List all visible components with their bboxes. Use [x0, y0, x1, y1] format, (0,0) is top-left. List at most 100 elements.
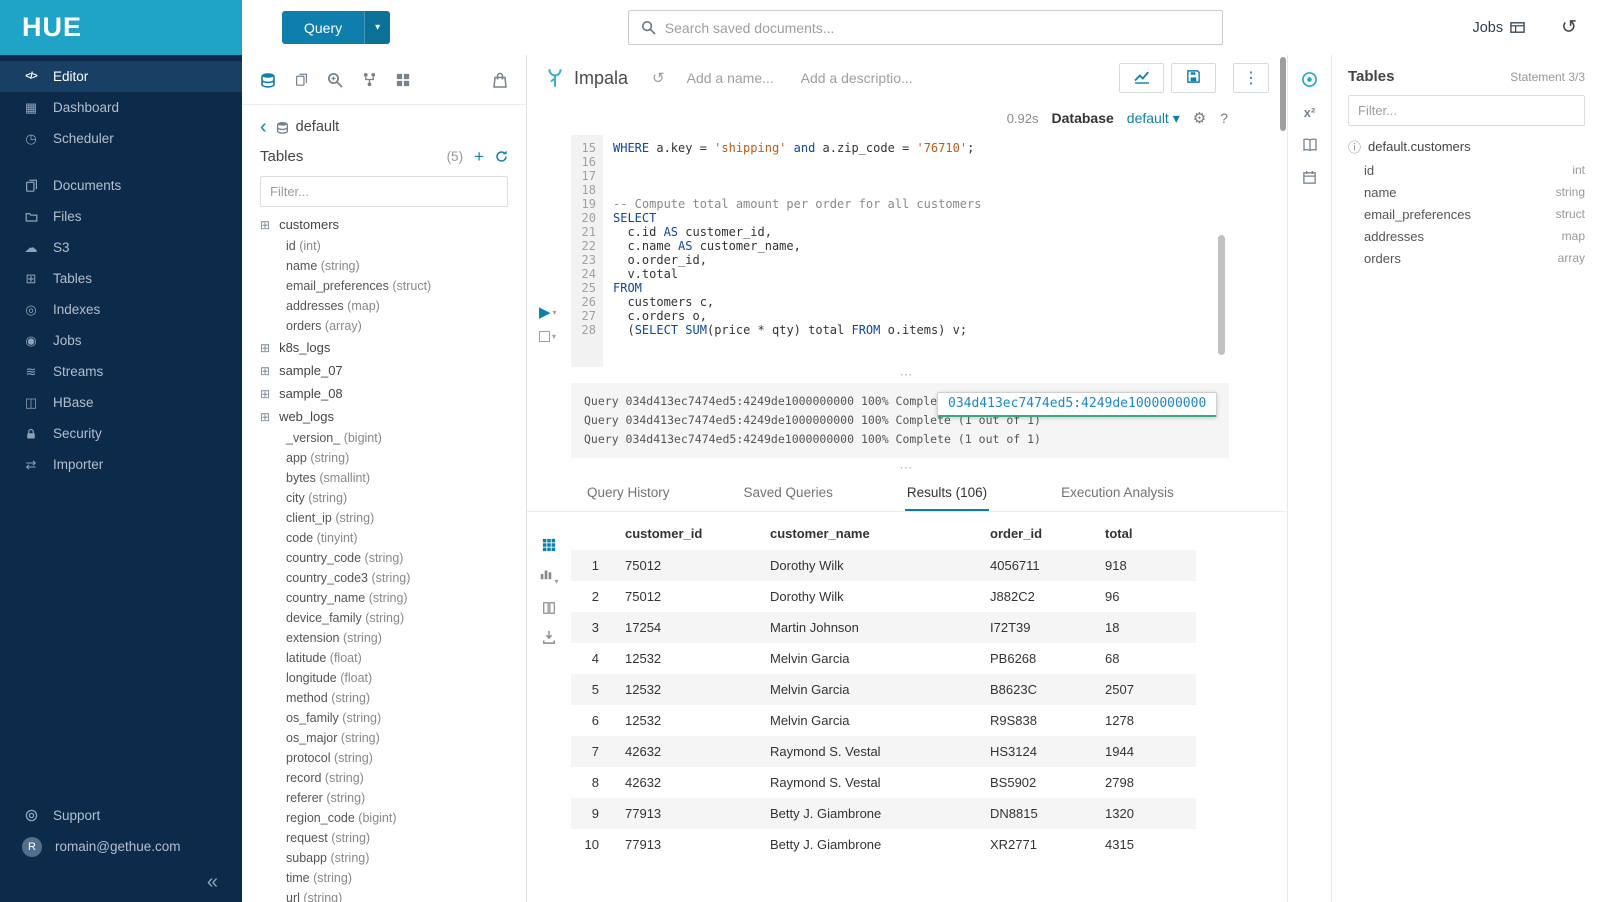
zoom-icon[interactable]: [327, 72, 343, 88]
database-breadcrumb[interactable]: default: [296, 119, 340, 135]
right-column-name[interactable]: namestring: [1348, 181, 1585, 203]
right-column-email-preferences[interactable]: email_preferencesstruct: [1348, 203, 1585, 225]
active-table[interactable]: ⓘ default.customers: [1348, 134, 1585, 159]
sidebar-item-security[interactable]: Security: [0, 418, 242, 449]
documents-icon[interactable]: [295, 73, 308, 86]
tab-saved-queries[interactable]: Saved Queries: [742, 474, 835, 511]
assist-column-longitude[interactable]: longitude (float): [242, 668, 526, 688]
query-description-input[interactable]: [801, 70, 926, 86]
schedule-icon[interactable]: [1302, 170, 1317, 185]
functions-icon[interactable]: x²: [1304, 105, 1316, 120]
assist-column-os-family[interactable]: os_family (string): [242, 708, 526, 728]
assist-column-url[interactable]: url (string): [242, 888, 526, 902]
right-column-addresses[interactable]: addressesmap: [1348, 225, 1585, 247]
assist-table-customers[interactable]: ⊞customers: [242, 213, 526, 236]
settings-gear-icon[interactable]: ⚙: [1193, 109, 1206, 127]
result-row[interactable]: 175012Dorothy Wilk4056711918: [571, 550, 1196, 581]
assist-table-web-logs[interactable]: ⊞web_logs: [242, 405, 526, 428]
more-button[interactable]: ⋮: [1233, 63, 1269, 93]
assist-column-client-ip[interactable]: client_ip (string): [242, 508, 526, 528]
resizer-handle[interactable]: ⋯: [527, 367, 1287, 381]
assist-table-sample-08[interactable]: ⊞sample_08: [242, 382, 526, 405]
apps-icon[interactable]: [396, 73, 410, 87]
query-button[interactable]: Query: [282, 11, 364, 44]
sidebar-item-jobs[interactable]: ◉Jobs: [0, 325, 242, 356]
right-column-orders[interactable]: ordersarray: [1348, 247, 1585, 269]
assist-column-request[interactable]: request (string): [242, 828, 526, 848]
assist-column-region-code[interactable]: region_code (bigint): [242, 808, 526, 828]
assist-column-country-code[interactable]: country_code (string): [242, 548, 526, 568]
result-row[interactable]: 275012Dorothy WilkJ882C296: [571, 581, 1196, 612]
databases-icon[interactable]: [260, 72, 276, 88]
tab-query-history[interactable]: Query History: [585, 474, 672, 511]
assist-column-city[interactable]: city (string): [242, 488, 526, 508]
sidebar-item-indexes[interactable]: ◎Indexes: [0, 294, 242, 325]
query-dropdown-button[interactable]: ▾: [364, 11, 390, 44]
assist-column-id[interactable]: id (int): [242, 236, 526, 256]
query-history-icon[interactable]: ↺: [652, 69, 665, 87]
help-icon[interactable]: ?: [1219, 109, 1229, 127]
query-name-input[interactable]: [687, 70, 779, 86]
sidebar-item-support[interactable]: Support: [0, 800, 242, 831]
assist-column-protocol[interactable]: protocol (string): [242, 748, 526, 768]
search-input[interactable]: [665, 20, 1210, 36]
download-icon[interactable]: [542, 630, 556, 644]
assist-column-country-code3[interactable]: country_code3 (string): [242, 568, 526, 588]
assist-column-addresses[interactable]: addresses (map): [242, 296, 526, 316]
assist-column-latitude[interactable]: latitude (float): [242, 648, 526, 668]
history-icon[interactable]: ↺: [1561, 18, 1577, 37]
sidebar-collapse-button[interactable]: «: [207, 872, 218, 892]
add-icon[interactable]: +: [474, 148, 484, 165]
page-scrollbar[interactable]: [1280, 57, 1286, 131]
editor-scrollbar[interactable]: [1218, 235, 1225, 355]
save-button[interactable]: [1171, 63, 1216, 93]
right-filter-input[interactable]: [1348, 95, 1585, 126]
explain-button[interactable]: ▾: [539, 331, 556, 342]
git-tree-icon[interactable]: [362, 72, 377, 87]
language-reference-icon[interactable]: [1302, 137, 1318, 153]
assist-column-subapp[interactable]: subapp (string): [242, 848, 526, 868]
tab-execution-analysis[interactable]: Execution Analysis: [1059, 474, 1176, 511]
search-box[interactable]: [628, 10, 1223, 45]
result-row[interactable]: 317254Martin JohnsonI72T3918: [571, 612, 1196, 643]
sidebar-item-streams[interactable]: ≋Streams: [0, 356, 242, 387]
result-row[interactable]: 977913Betty J. GiambroneDN88151320: [571, 798, 1196, 829]
assist-column-name[interactable]: name (string): [242, 256, 526, 276]
resizer-handle-2[interactable]: ⋯: [527, 460, 1287, 474]
assist-column-country-name[interactable]: country_name (string): [242, 588, 526, 608]
assist-column-email-preferences[interactable]: email_preferences (struct): [242, 276, 526, 296]
result-row[interactable]: 412532Melvin GarciaPB626868: [571, 643, 1196, 674]
assist-table-k8s-logs[interactable]: ⊞k8s_logs: [242, 336, 526, 359]
code-editor[interactable]: ▶▾ ▾ 1516171819202122232425262728 WHERE …: [527, 135, 1287, 367]
sidebar-item-importer[interactable]: ⇄Importer: [0, 449, 242, 480]
assist-column-code[interactable]: code (tinyint): [242, 528, 526, 548]
chart-button[interactable]: [1119, 63, 1164, 93]
assist-column-orders[interactable]: orders (array): [242, 316, 526, 336]
sidebar-item-user[interactable]: R romain@gethue.com: [0, 831, 242, 862]
assist-column-time[interactable]: time (string): [242, 868, 526, 888]
sidebar-item-dashboard[interactable]: ▦Dashboard: [0, 92, 242, 123]
sidebar-item-documents[interactable]: Documents: [0, 170, 242, 201]
assist-column-bytes[interactable]: bytes (smallint): [242, 468, 526, 488]
chart-view-icon[interactable]: ▾: [539, 567, 558, 586]
bag-icon[interactable]: [492, 72, 508, 88]
assist-column-record[interactable]: record (string): [242, 768, 526, 788]
assist-column-app[interactable]: app (string): [242, 448, 526, 468]
sidebar-item-hbase[interactable]: ◫HBase: [0, 387, 242, 418]
quick-query-icon[interactable]: [1301, 71, 1318, 88]
assist-column-os-major[interactable]: os_major (string): [242, 728, 526, 748]
jobs-link[interactable]: Jobs: [1472, 20, 1525, 36]
run-button[interactable]: ▶▾: [539, 303, 557, 321]
assist-table-sample-07[interactable]: ⊞sample_07: [242, 359, 526, 382]
assist-column-extension[interactable]: extension (string): [242, 628, 526, 648]
assist-column-device-family[interactable]: device_family (string): [242, 608, 526, 628]
assist-column-method[interactable]: method (string): [242, 688, 526, 708]
result-row[interactable]: 512532Melvin GarciaB8623C2507: [571, 674, 1196, 705]
assist-column-referer[interactable]: referer (string): [242, 788, 526, 808]
sidebar-item-tables[interactable]: ⊞Tables: [0, 263, 242, 294]
hue-logo[interactable]: HUE: [0, 0, 242, 55]
result-row[interactable]: 842632Raymond S. VestalBS59022798: [571, 767, 1196, 798]
grid-view-icon[interactable]: [542, 538, 556, 552]
query-id-popover[interactable]: 034d413ec7474ed5:4249de1000000000: [937, 392, 1217, 417]
right-column-id[interactable]: idint: [1348, 159, 1585, 181]
